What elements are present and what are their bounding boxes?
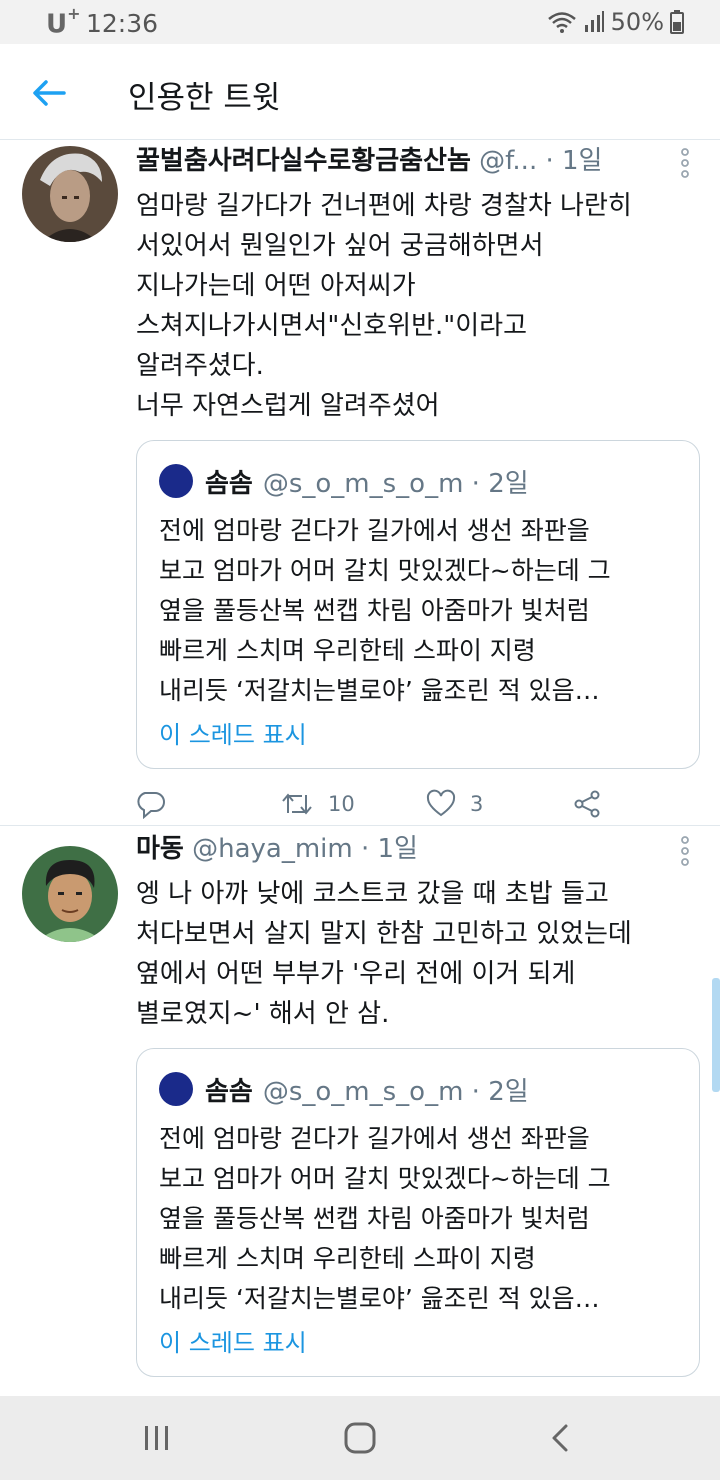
tweet[interactable]: 꿀벌춤사려다실수로황금춤산놈 @f... · 1일 엄마랑 길가다가 건너편에 … bbox=[0, 140, 720, 826]
status-bar: U+ 12:36 50% bbox=[0, 0, 720, 44]
author-handle: @haya_mim · 1일 bbox=[192, 834, 418, 864]
back-nav-icon[interactable] bbox=[546, 1418, 576, 1458]
heart-icon bbox=[426, 789, 456, 817]
quoted-tweet[interactable]: 솜솜 @s_o_m_s_o_m · 2일 전에 엄마랑 걷다가 길가에서 생선 … bbox=[136, 440, 700, 769]
quoted-author-name: 솜솜 bbox=[205, 1076, 253, 1107]
more-vertical-icon[interactable] bbox=[670, 146, 700, 180]
tweet-time: · 1일 bbox=[545, 146, 603, 176]
show-thread-link[interactable]: 이 스레드 표시 bbox=[159, 715, 307, 750]
page-title: 인용한 트윗 bbox=[128, 80, 281, 116]
quoted-avatar bbox=[159, 464, 193, 498]
quote-tweets-feed[interactable]: 꿀벌춤사려다실수로황금춤산놈 @f... · 1일 엄마랑 길가다가 건너편에 … bbox=[0, 140, 720, 1396]
scrollbar-thumb[interactable] bbox=[712, 978, 720, 1092]
quoted-author-handle: @s_o_m_s_o_m · 2일 bbox=[262, 1076, 529, 1107]
reply-button[interactable] bbox=[136, 789, 166, 819]
battery-percent: 50% bbox=[610, 8, 664, 36]
tweet-header: 마동 @haya_mim · 1일 bbox=[136, 830, 700, 870]
tweet-header: 꿀벌춤사려다실수로황금춤산놈 @f... · 1일 bbox=[136, 142, 700, 182]
share-button[interactable] bbox=[572, 789, 602, 819]
like-button[interactable]: 3 bbox=[426, 789, 483, 819]
home-icon[interactable] bbox=[340, 1418, 380, 1458]
quoted-author-handle: @s_o_m_s_o_m · 2일 bbox=[262, 468, 529, 499]
app-header: 인용한 트윗 bbox=[0, 44, 720, 140]
battery-icon bbox=[670, 10, 684, 34]
quoted-tweet[interactable]: 솜솜 @s_o_m_s_o_m · 2일 전에 엄마랑 걷다가 길가에서 생선 … bbox=[136, 1048, 700, 1377]
quoted-tweet-header: 솜솜 @s_o_m_s_o_m · 2일 bbox=[159, 461, 677, 501]
quoted-author-name: 솜솜 bbox=[205, 468, 253, 499]
show-thread-link[interactable]: 이 스레드 표시 bbox=[159, 1323, 307, 1358]
reply-icon bbox=[137, 792, 165, 819]
retweet-count: 10 bbox=[328, 792, 355, 816]
quoted-tweet-header: 솜솜 @s_o_m_s_o_m · 2일 bbox=[159, 1069, 677, 1109]
tweet-body: 꿀벌춤사려다실수로황금춤산놈 @f... · 1일 엄마랑 길가다가 건너편에 … bbox=[136, 142, 700, 839]
more-vertical-icon[interactable] bbox=[670, 834, 700, 868]
tweet[interactable]: 마동 @haya_mim · 1일 엥 나 아까 낮에 코스트코 갔을 때 초밥… bbox=[0, 826, 720, 1396]
retweet-button[interactable]: 10 bbox=[280, 789, 355, 819]
retweet-icon bbox=[282, 793, 312, 815]
share-icon bbox=[574, 790, 600, 818]
clock: 12:36 bbox=[86, 9, 159, 38]
quoted-avatar bbox=[159, 1072, 193, 1106]
author-name[interactable]: 꿀벌춤사려다실수로황금춤산놈 bbox=[136, 146, 471, 176]
quoted-tweet-text: 전에 엄마랑 걷다가 길가에서 생선 좌판을 보고 엄마가 어머 갈치 맛있겠다… bbox=[159, 1124, 611, 1313]
back-arrow-icon[interactable] bbox=[26, 70, 72, 116]
tweet-body: 마동 @haya_mim · 1일 엥 나 아까 낮에 코스트코 갔을 때 초밥… bbox=[136, 830, 700, 1377]
quoted-tweet-text: 전에 엄마랑 걷다가 길가에서 생선 좌판을 보고 엄마가 어머 갈치 맛있겠다… bbox=[159, 516, 611, 705]
wifi-icon bbox=[547, 12, 576, 33]
like-count: 3 bbox=[470, 792, 484, 816]
avatar[interactable] bbox=[22, 146, 118, 242]
author-name[interactable]: 마동 bbox=[136, 834, 184, 864]
system-nav-bar bbox=[0, 1396, 720, 1480]
tweet-text: 엄마랑 길가다가 건너편에 차랑 경찰차 나란히 서있어서 뭔일인가 싶어 궁금… bbox=[136, 191, 632, 421]
carrier-label: U+ bbox=[46, 4, 81, 40]
status-icons: 50% bbox=[547, 8, 684, 36]
recent-apps-icon[interactable] bbox=[140, 1418, 174, 1458]
avatar-image bbox=[22, 146, 118, 242]
author-handle: @f... bbox=[479, 146, 538, 176]
signal-icon bbox=[584, 11, 604, 32]
avatar[interactable] bbox=[22, 846, 118, 942]
avatar-image bbox=[22, 846, 118, 942]
tweet-text: 엥 나 아까 낮에 코스트코 갔을 때 초밥 들고 처다보면서 살지 말지 한참… bbox=[136, 879, 632, 1029]
